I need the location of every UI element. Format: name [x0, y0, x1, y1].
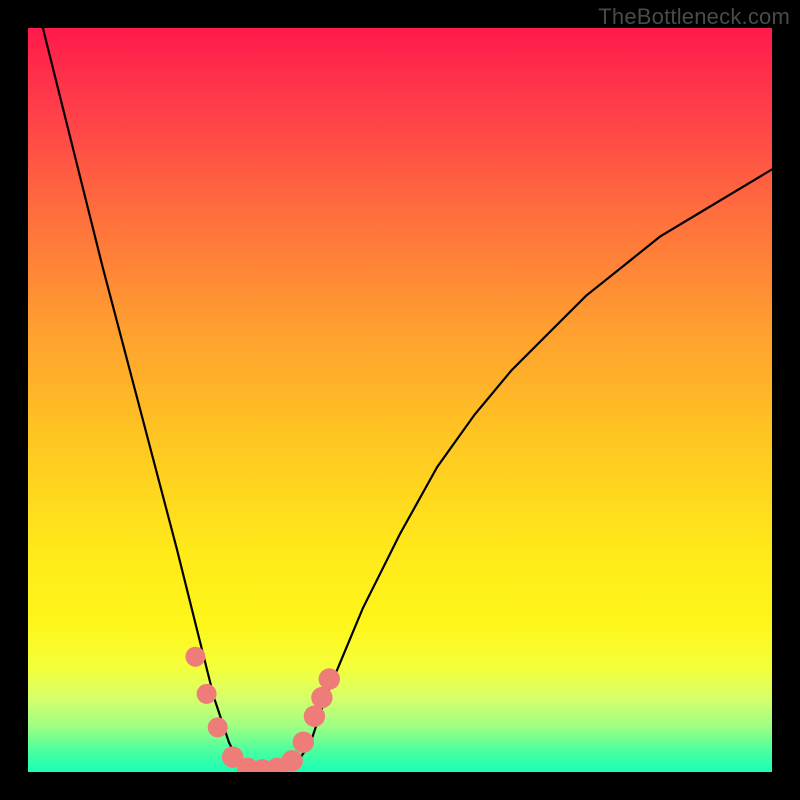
curve-marker	[293, 732, 314, 753]
curve-marker	[208, 717, 228, 737]
curve-marker	[311, 687, 332, 708]
curve-marker	[319, 668, 340, 689]
curve-marker	[197, 684, 217, 704]
chart-frame: TheBottleneck.com	[0, 0, 800, 800]
curve-markers	[185, 647, 340, 772]
watermark-text: TheBottleneck.com	[598, 4, 790, 30]
curve-marker	[281, 750, 302, 771]
curve-marker	[185, 647, 205, 667]
bottleneck-curve	[43, 28, 772, 772]
curve-layer	[28, 28, 772, 772]
curve-marker	[304, 706, 325, 727]
plot-area	[28, 28, 772, 772]
